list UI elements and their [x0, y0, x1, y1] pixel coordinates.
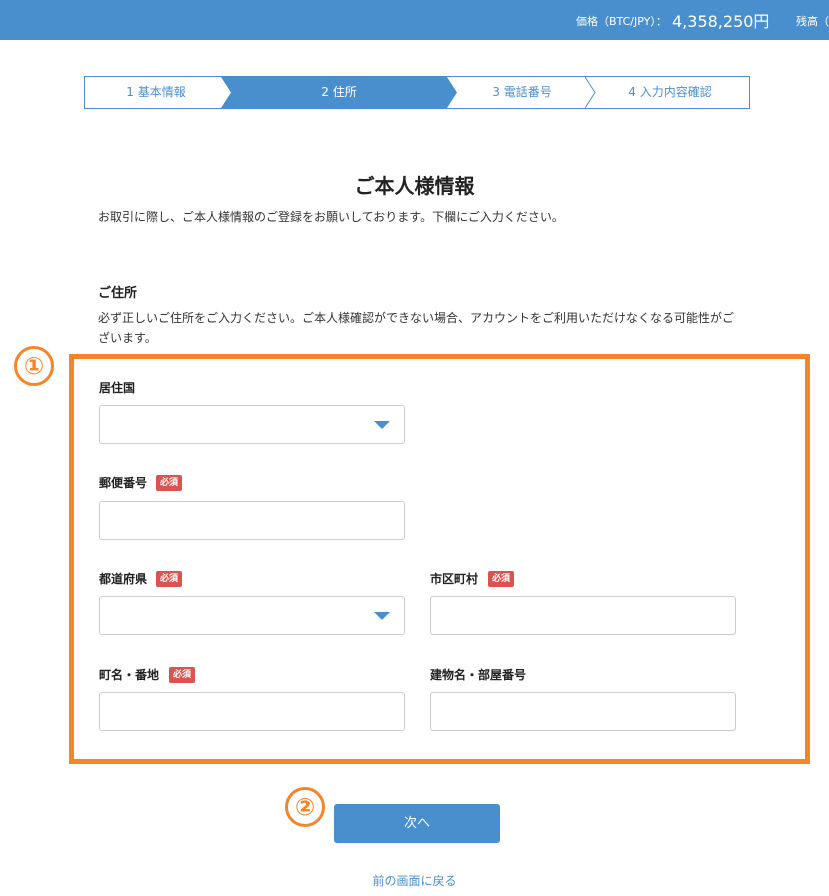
postal-code-field-wrap	[99, 501, 405, 540]
step-address: 2 住所	[221, 77, 457, 108]
step-indicator: 1 基本情報 2 住所 3 電話番号 4 入力内容確認	[84, 76, 750, 109]
street-label: 町名・番地	[99, 668, 160, 682]
step-basic-info: 1 基本情報	[126, 85, 186, 99]
city-field-wrap	[430, 596, 736, 635]
balance-label: 残高（	[796, 15, 829, 28]
building-label: 建物名・部屋番号	[430, 668, 527, 682]
step-phone: 3 電話番号	[492, 85, 552, 99]
building-field-wrap	[430, 692, 736, 731]
street-field-wrap	[99, 692, 405, 731]
required-badge: 必須	[156, 571, 183, 587]
required-badge: 必須	[488, 571, 515, 587]
prefecture-select[interactable]	[99, 596, 405, 635]
next-button[interactable]: 次へ	[334, 804, 500, 843]
page-title: ご本人様情報	[354, 174, 475, 198]
country-label: 居住国	[99, 381, 136, 395]
address-section-description: 必ず正しいご住所をご入力ください。ご本人様確認ができない場合、アカウントをご利用…	[98, 311, 735, 345]
back-link[interactable]: 前の画面に戻る	[0, 872, 829, 889]
country-select[interactable]	[99, 405, 405, 444]
price-label: 価格（BTC/JPY）：	[576, 15, 667, 28]
chevron-down-icon	[374, 421, 390, 429]
city-input[interactable]	[431, 597, 735, 634]
page-intro: お取引に際し、ご本人様情報のご登録をお願いしております。下欄にご入力ください。	[98, 210, 564, 224]
postal-code-label: 郵便番号	[99, 476, 148, 490]
chevron-down-icon	[374, 612, 390, 620]
building-input[interactable]	[431, 693, 735, 730]
top-header-bar: 価格（BTC/JPY）： 4,358,250円 残高（	[0, 0, 829, 40]
address-section-title: ご住所	[98, 286, 138, 301]
required-badge: 必須	[156, 475, 183, 491]
street-input[interactable]	[100, 693, 404, 730]
required-badge: 必須	[169, 667, 196, 683]
price-value: 4,358,250円	[672, 12, 770, 31]
annotation-marker-1: ①	[14, 346, 54, 386]
postal-code-input[interactable]	[100, 502, 404, 539]
annotation-marker-2: ②	[285, 787, 325, 827]
prefecture-label: 都道府県	[99, 572, 148, 586]
step-confirm: 4 入力内容確認	[628, 85, 712, 99]
city-label: 市区町村	[430, 572, 479, 586]
